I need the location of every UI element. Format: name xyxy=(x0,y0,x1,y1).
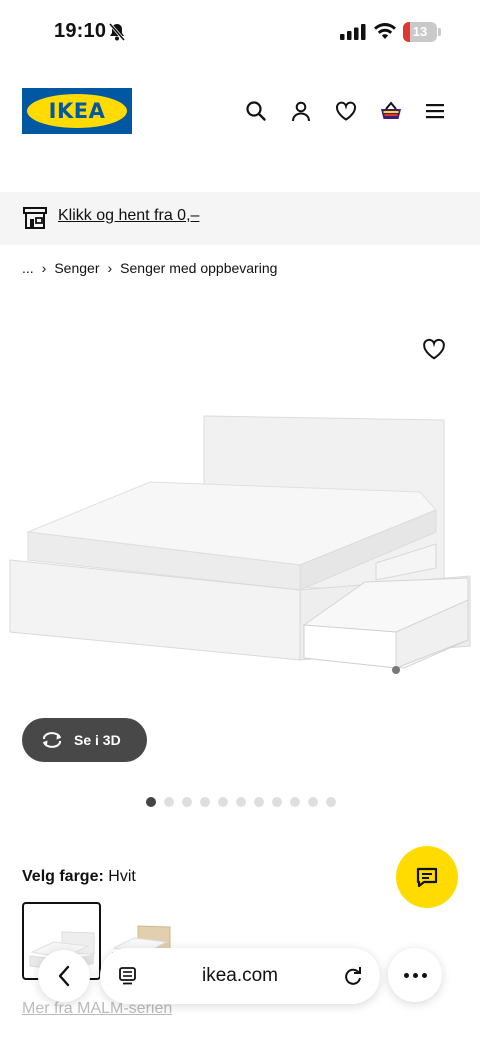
pagination-dot[interactable] xyxy=(308,797,318,807)
color-value: Hvit xyxy=(108,868,136,885)
pagination-dot[interactable] xyxy=(146,797,156,807)
site-header: IKEA xyxy=(0,86,480,136)
pagination-dot[interactable] xyxy=(200,797,210,807)
basket-icon[interactable] xyxy=(378,98,404,124)
rotate-3d-icon xyxy=(43,732,61,748)
url-text: ikea.com xyxy=(201,965,279,986)
pagination-dot[interactable] xyxy=(218,797,228,807)
address-bar[interactable]: ikea.com xyxy=(100,948,380,1004)
bell-muted-icon xyxy=(108,23,126,41)
more-dot xyxy=(412,972,418,978)
chat-button[interactable] xyxy=(396,846,458,908)
heart-icon[interactable] xyxy=(333,98,359,124)
wifi-icon xyxy=(374,23,396,39)
user-icon[interactable] xyxy=(288,98,314,124)
chevron-left-icon xyxy=(58,965,70,987)
browser-toolbar: ikea.com xyxy=(0,940,480,1010)
pagination-dot[interactable] xyxy=(164,797,174,807)
chevron-right-icon: › xyxy=(41,260,47,276)
image-pagination[interactable] xyxy=(146,797,336,807)
ikea-logo[interactable]: IKEA xyxy=(22,88,132,134)
breadcrumb: ... › Senger › Senger med oppbevaring xyxy=(22,260,277,276)
chevron-right-icon: › xyxy=(107,260,113,276)
pagination-dot[interactable] xyxy=(272,797,282,807)
status-bar: 19:10 13 xyxy=(0,0,480,64)
pagination-dot[interactable] xyxy=(182,797,192,807)
favourite-heart-icon[interactable] xyxy=(422,338,448,364)
logo-text: IKEA xyxy=(48,99,106,123)
more-dot xyxy=(403,972,409,978)
status-time: 19:10 xyxy=(54,20,107,42)
search-icon[interactable] xyxy=(243,98,269,124)
pagination-dot[interactable] xyxy=(326,797,336,807)
color-selector-label: Velg farge: Hvit xyxy=(22,868,136,886)
view-3d-button[interactable]: Se i 3D xyxy=(22,718,147,762)
store-icon xyxy=(23,207,47,229)
more-dot xyxy=(421,972,427,978)
cellular-signal-icon xyxy=(340,24,366,40)
product-image[interactable] xyxy=(0,400,480,700)
more-options-button[interactable] xyxy=(388,948,442,1002)
breadcrumb-item-current[interactable]: Senger med oppbevaring xyxy=(120,260,277,276)
view-3d-label: Se i 3D xyxy=(74,732,121,748)
breadcrumb-item-senger[interactable]: Senger xyxy=(54,260,99,276)
menu-icon[interactable] xyxy=(422,98,448,124)
chat-icon xyxy=(416,867,438,888)
battery-level: 13 xyxy=(412,24,428,39)
breadcrumb-ellipsis[interactable]: ... xyxy=(22,260,34,276)
pickup-text[interactable]: Klikk og hent fra 0,– xyxy=(58,207,199,225)
pagination-dot[interactable] xyxy=(236,797,246,807)
battery-icon: 13 xyxy=(403,22,437,42)
reload-icon[interactable] xyxy=(342,965,364,987)
pickup-banner[interactable]: Klikk og hent fra 0,– xyxy=(0,192,480,245)
pagination-dot[interactable] xyxy=(254,797,264,807)
back-button[interactable] xyxy=(38,950,90,1002)
pagination-dot[interactable] xyxy=(290,797,300,807)
color-label: Velg farge: xyxy=(22,868,104,885)
